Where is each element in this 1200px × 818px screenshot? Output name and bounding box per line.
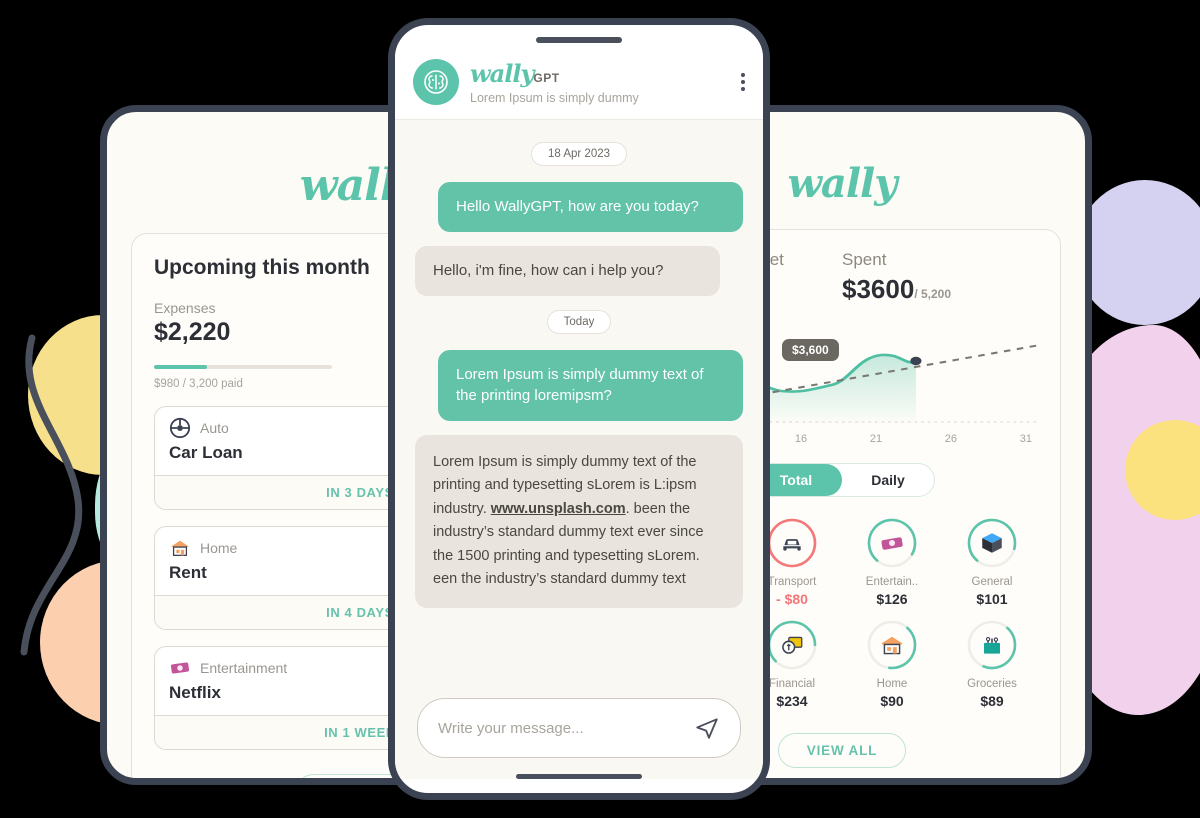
chat-bubble-incoming: Hello, i'm fine, how can i help you? — [415, 245, 720, 296]
home-indicator — [516, 774, 642, 779]
house-icon — [881, 636, 903, 655]
date-separator: 18 Apr 2023 — [530, 142, 628, 166]
phone-center: wallyGPT Lorem Ipsum is simply dummy 18 … — [388, 18, 770, 800]
chat-brand: wallyGPT Lorem Ipsum is simply dummy — [470, 59, 639, 105]
chat-bubble-outgoing: Hello WallyGPT, how are you today? — [438, 182, 743, 232]
ticket-icon — [881, 537, 903, 550]
category-label: Entertainment — [200, 660, 288, 676]
progress-fill — [154, 365, 208, 369]
stat-sub: $980 / 3,200 paid — [154, 378, 243, 390]
avatar — [413, 59, 459, 105]
car-icon — [783, 539, 801, 551]
decorative-blob-lavender-right — [1075, 180, 1200, 325]
category-ring — [866, 619, 918, 671]
category-amount: $90 — [880, 693, 904, 709]
unsplash-link[interactable]: www.unsplash.com — [491, 501, 626, 517]
category-item-entertainment[interactable]: Entertain.. $126 — [844, 517, 940, 607]
category-item-home[interactable]: Home $90 — [844, 619, 940, 709]
progress-track — [154, 365, 332, 369]
kebab-menu-icon[interactable] — [741, 73, 745, 91]
category-amount: $126 — [876, 591, 908, 607]
category-label: Groceries — [967, 678, 1017, 690]
date-separator: Today — [546, 309, 612, 334]
send-icon[interactable] — [694, 715, 720, 741]
category-amount: $101 — [976, 591, 1008, 607]
category-item-general[interactable]: General $101 — [944, 517, 1040, 607]
steering-wheel-icon — [169, 417, 191, 439]
message-input-placeholder[interactable]: Write your message... — [438, 720, 684, 737]
spent-total: / 5,200 — [914, 287, 952, 301]
x-tick: 31 — [1019, 433, 1032, 445]
brand-title-row: wallyGPT — [470, 59, 639, 89]
house-icon — [171, 540, 189, 556]
chart-view-toggle[interactable]: Total Daily — [749, 463, 935, 497]
stat-value: $2,220 — [154, 318, 231, 346]
grocery-bag-icon — [983, 636, 1001, 654]
spent-value-main: $3600 — [842, 274, 915, 304]
category-label: General — [971, 576, 1013, 588]
x-tick: 16 — [794, 433, 808, 445]
x-tick: 21 — [869, 433, 883, 445]
x-tick: 26 — [944, 433, 958, 445]
chat-message-list: 18 Apr 2023 Hello WallyGPT, how are you … — [395, 120, 763, 688]
toggle-option-daily[interactable]: Daily — [842, 464, 934, 496]
stat-label: Expenses — [154, 300, 216, 316]
chart-datapoint — [910, 356, 922, 366]
wally-logo-chat: wally — [470, 59, 534, 88]
spent-amount: Spent $3600/ 5,200 — [842, 250, 1040, 305]
category-amount: $89 — [980, 693, 1004, 709]
screenshot-stage: wally Upcoming this month Expenses $2,22… — [0, 0, 1200, 818]
category-label: Home — [876, 678, 908, 690]
category-ring — [966, 517, 1018, 569]
view-all-button[interactable]: VIEW ALL — [777, 733, 907, 768]
spent-value: $3600/ 5,200 — [842, 274, 1040, 305]
message-input-wrapper[interactable]: Write your message... — [417, 698, 741, 758]
brain-icon — [424, 70, 448, 94]
chart-tooltip: $3,600 — [782, 339, 839, 361]
category-ring — [766, 517, 818, 569]
category-item-groceries[interactable]: Groceries $89 — [944, 619, 1040, 709]
category-label: Entertain.. — [865, 576, 919, 588]
chat-subtitle: Lorem Ipsum is simply dummy — [470, 91, 639, 105]
ticket-icon — [170, 662, 190, 674]
category-ring — [966, 619, 1018, 671]
spent-label: Spent — [842, 250, 887, 269]
box-icon — [982, 533, 1002, 553]
chat-header: wallyGPT Lorem Ipsum is simply dummy — [395, 43, 763, 120]
chat-bubble-outgoing: Lorem Ipsum is simply dummy text of the … — [438, 349, 743, 421]
category-label: Auto — [200, 420, 229, 436]
stat-expenses: Expenses $2,220 $980 / 3,200 paid — [154, 300, 332, 390]
brand-badge-gpt: GPT — [533, 71, 560, 85]
category-label: Home — [200, 540, 238, 556]
chat-input-bar: Write your message... — [395, 688, 763, 779]
category-ring — [766, 619, 818, 671]
category-ring — [866, 517, 918, 569]
chat-bubble-incoming-long: Lorem Ipsum is simply dummy text of the … — [415, 435, 743, 608]
money-icon — [782, 636, 803, 654]
